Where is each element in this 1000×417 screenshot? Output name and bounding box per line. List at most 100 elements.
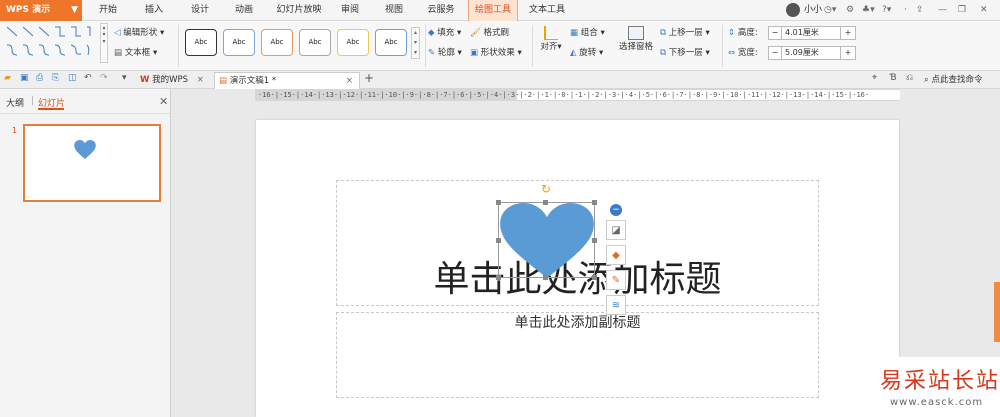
scrollbar-thumb[interactable] xyxy=(994,282,1000,342)
tab-drawing-tools[interactable]: 绘图工具 xyxy=(468,0,518,21)
fill-label: 填充 xyxy=(437,28,455,38)
restore-ribbon-icon[interactable]: ⇪ xyxy=(916,0,924,21)
resize-handle[interactable] xyxy=(592,275,597,280)
bring-forward-button[interactable]: ⧉ 上移一层 ▾ xyxy=(660,25,710,41)
height-input[interactable]: 4.01厘米 xyxy=(781,26,841,40)
resize-handle[interactable] xyxy=(592,238,597,243)
rotate-handle-icon[interactable]: ↻ xyxy=(541,182,551,196)
user-name[interactable]: 小小 xyxy=(804,0,822,21)
style-preset-5[interactable]: Abc xyxy=(337,29,369,56)
save-icon[interactable]: ▣ xyxy=(20,73,29,83)
find-command-search[interactable]: ⌕ 点此查找命令 xyxy=(924,73,982,85)
slide-subtitle[interactable]: 单击此处添加副标题 xyxy=(336,312,819,332)
close-panel-icon[interactable]: ✕ xyxy=(159,95,168,108)
chevron-down-icon: ▾ xyxy=(157,28,165,38)
selection-pane-button[interactable]: 选择窗格 xyxy=(616,24,656,68)
resize-handle[interactable] xyxy=(496,275,501,280)
collapse-icon[interactable]: · xyxy=(904,0,907,21)
group-button[interactable]: ▦ 组合 ▾ xyxy=(570,25,605,41)
print-icon[interactable]: ⎘ xyxy=(52,73,59,83)
doc-tab-current[interactable]: ▤ 演示文稿1 * × xyxy=(214,72,360,89)
tab-outline[interactable]: 大纲 xyxy=(6,96,24,109)
divider xyxy=(532,25,533,67)
resize-handle[interactable] xyxy=(496,238,501,243)
export-icon[interactable]: ⎙ xyxy=(36,73,43,83)
outline-tool[interactable]: ✎ xyxy=(606,270,626,290)
style-preset-6[interactable]: Abc xyxy=(375,29,407,56)
layer-tool[interactable]: ≋ xyxy=(606,295,626,315)
customize-dropdown-icon[interactable]: ▾ xyxy=(122,73,127,83)
shape-gallery[interactable] xyxy=(4,24,92,58)
fill-icon: ◆ xyxy=(428,28,435,38)
minimize-icon[interactable]: — xyxy=(938,0,947,21)
rotate-icon: ◭ xyxy=(570,48,577,58)
tab-insert[interactable]: 插入 xyxy=(134,0,174,21)
avatar[interactable] xyxy=(786,3,800,17)
resize-handle[interactable] xyxy=(543,275,548,280)
outline-pen-icon: ✎ xyxy=(611,274,621,286)
style-gallery-scroll[interactable]: ▴ ▾ ▾ xyxy=(411,27,420,59)
send-backward-button[interactable]: ⧉ 下移一层 ▾ xyxy=(660,45,710,61)
text-box-button[interactable]: ▤ 文本框 ▾ xyxy=(114,45,157,61)
redo-icon[interactable]: ↷ xyxy=(100,73,108,83)
active-tab-underline xyxy=(38,108,64,110)
tab-slideshow[interactable]: 幻灯片放映 xyxy=(270,0,328,21)
maximize-icon[interactable]: ❐ xyxy=(958,0,966,21)
style-preset-1[interactable]: Abc xyxy=(185,29,217,56)
skin-icon[interactable]: ♣▾ xyxy=(862,0,875,21)
resize-handle[interactable] xyxy=(592,200,597,205)
close-icon[interactable]: × xyxy=(197,75,204,85)
rotate-label: 旋转 xyxy=(579,48,597,58)
rotate-button[interactable]: ◭ 旋转 ▾ xyxy=(570,45,603,61)
help-icon[interactable]: ?▾ xyxy=(882,0,891,21)
resize-handle[interactable] xyxy=(543,200,548,205)
width-increase-button[interactable]: + xyxy=(840,46,856,60)
fill-tool[interactable]: ◆ xyxy=(606,245,626,265)
doc-tab-label: 演示文稿1 * xyxy=(229,76,277,86)
tab-cloud[interactable]: 云服务 xyxy=(418,0,464,21)
new-tab-icon[interactable]: + xyxy=(364,71,374,85)
heart-thumbnail-icon xyxy=(74,140,96,159)
edit-shape-button[interactable]: ◁ 编辑形状 ▾ xyxy=(114,25,164,41)
tab-review[interactable]: 审阅 xyxy=(332,0,368,21)
tab-text-tools[interactable]: 文本工具 xyxy=(522,0,572,21)
width-decrease-button[interactable]: − xyxy=(768,46,782,60)
format-brush-button[interactable]: 🖌 格式刷 xyxy=(470,25,509,41)
height-increase-button[interactable]: + xyxy=(840,26,856,40)
tab-design[interactable]: 设计 xyxy=(180,0,220,21)
outline-button[interactable]: ✎ 轮廓 ▾ xyxy=(428,45,462,61)
tab-view[interactable]: 视图 xyxy=(376,0,412,21)
width-input[interactable]: 5.09厘米 xyxy=(781,46,841,60)
undo-icon[interactable]: ↶ xyxy=(84,73,92,83)
pin-icon[interactable]: ⌖ xyxy=(872,73,877,83)
tab-animation[interactable]: 动画 xyxy=(224,0,264,21)
b-icon[interactable]: Ɓ xyxy=(890,73,897,83)
share-icon[interactable]: ⎌ xyxy=(906,73,913,83)
preview-icon[interactable]: ◫ xyxy=(68,73,77,83)
clock-icon[interactable]: ◷▾ xyxy=(824,0,836,21)
resize-handle[interactable] xyxy=(496,200,501,205)
close-icon[interactable]: ✕ xyxy=(980,0,988,21)
slide-canvas[interactable]: 单击此处添加标题 单击此处添加副标题 ↻ xyxy=(256,120,899,417)
style-preset-3[interactable]: Abc xyxy=(261,29,293,56)
heart-shape[interactable] xyxy=(498,203,596,278)
fill-button[interactable]: ◆ 填充 ▾ xyxy=(428,25,461,41)
tab-home[interactable]: 开始 xyxy=(88,0,128,21)
watermark-text: 易采站长站 xyxy=(880,369,1000,394)
height-decrease-button[interactable]: − xyxy=(768,26,782,40)
shape-effect-button[interactable]: ▣ 形状效果 ▾ xyxy=(470,45,522,61)
open-icon[interactable]: ▰ xyxy=(4,73,11,83)
shape-style-tool[interactable]: ◪ xyxy=(606,220,626,240)
settings-icon[interactable]: ⚙ xyxy=(846,0,854,21)
width-label: 宽度: xyxy=(737,48,758,58)
doc-tab-my-wps[interactable]: W 我的WPS × xyxy=(136,72,212,89)
app-menu-button[interactable]: WPS 演示 ▼ xyxy=(0,0,82,21)
style-preset-2[interactable]: Abc xyxy=(223,29,255,56)
close-icon[interactable]: × xyxy=(346,73,353,89)
align-button[interactable]: 对齐▾ xyxy=(538,24,564,68)
gallery-scroll[interactable]: ▴ ▾ ▾ xyxy=(100,23,108,63)
collapse-icon[interactable]: − xyxy=(610,204,622,216)
chevron-down-icon: ▾ xyxy=(702,28,710,38)
style-preset-4[interactable]: Abc xyxy=(299,29,331,56)
slide-thumbnail[interactable] xyxy=(23,124,161,202)
